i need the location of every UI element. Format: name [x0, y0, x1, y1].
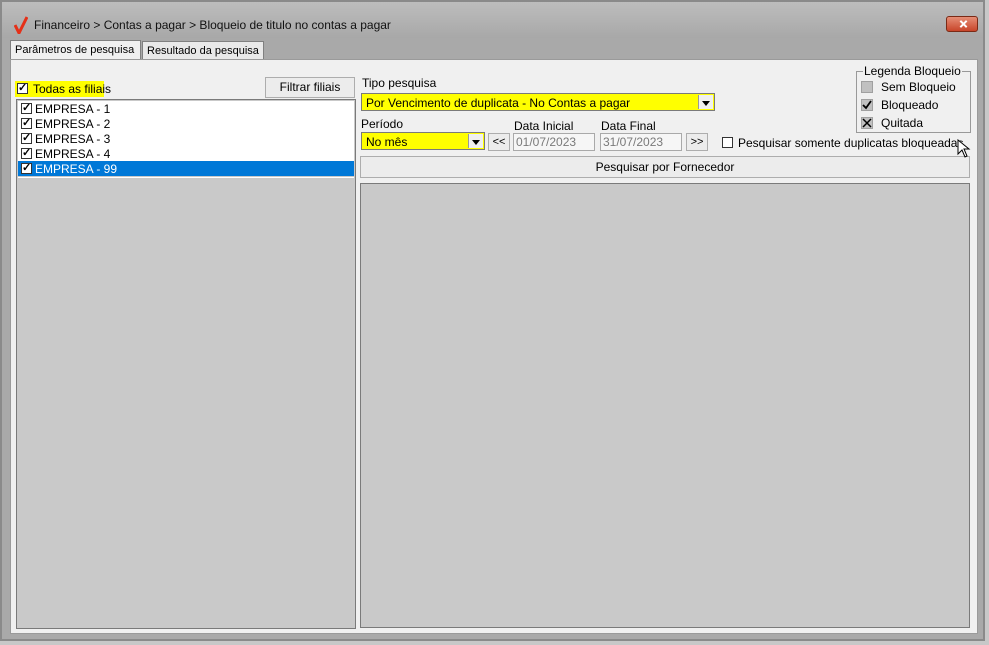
all-filiais-label: Todas as filiais — [33, 82, 112, 96]
pesquisar-fornecedor-button[interactable]: Pesquisar por Fornecedor — [360, 156, 970, 178]
window-title: Financeiro > Contas a pagar > Bloqueio d… — [34, 18, 391, 32]
tab-parametros-pesquisa[interactable]: Parâmetros de pesquisa — [10, 40, 141, 60]
check-icon — [861, 99, 873, 111]
close-button[interactable] — [946, 16, 978, 32]
chevron-down-icon[interactable] — [468, 134, 483, 148]
list-item-checkbox[interactable] — [21, 146, 32, 159]
data-final-label: Data Final — [601, 119, 656, 133]
legenda-quitada: Quitada — [881, 116, 924, 130]
gray-square-icon — [861, 81, 873, 93]
chevron-down-icon[interactable] — [698, 95, 713, 109]
list-item-checkbox[interactable] — [21, 101, 32, 114]
main-window: Financeiro > Contas a pagar > Bloqueio d… — [0, 0, 985, 641]
legenda-bloqueado: Bloqueado — [881, 98, 939, 112]
tipo-pesquisa-select[interactable]: Por Vencimento de duplicata - No Contas … — [361, 93, 715, 111]
list-item-label: EMPRESA - 4 — [35, 147, 111, 161]
legenda-bloqueio-group: Legenda Bloqueio Sem Bloqueio Bloqueado … — [856, 64, 971, 133]
list-item[interactable]: EMPRESA - 1 — [18, 101, 354, 116]
x-icon — [861, 117, 873, 129]
legenda-sem-bloqueio: Sem Bloqueio — [881, 80, 956, 94]
data-final-field[interactable]: 31/07/2023 — [600, 133, 682, 151]
all-filiais-checkbox-row[interactable]: Todas as filiais — [15, 81, 111, 97]
data-inicial-label: Data Inicial — [514, 119, 574, 133]
list-item-label: EMPRESA - 99 — [35, 162, 118, 176]
tipo-pesquisa-value: Por Vencimento de duplicata - No Contas … — [366, 96, 631, 110]
legenda-title: Legenda Bloqueio — [863, 64, 962, 78]
periodo-select[interactable]: No mês — [361, 132, 485, 150]
list-item[interactable]: EMPRESA - 3 — [18, 131, 354, 146]
results-area — [360, 183, 970, 628]
title-bar[interactable]: Financeiro > Contas a pagar > Bloqueio d… — [2, 2, 983, 38]
parameters-panel: Todas as filiais Filtrar filiais EMPRESA… — [10, 59, 978, 634]
list-item[interactable]: EMPRESA - 4 — [18, 146, 354, 161]
list-item-checkbox[interactable] — [21, 131, 32, 144]
periodo-value: No mês — [366, 135, 408, 149]
filiais-list[interactable]: EMPRESA - 1 EMPRESA - 2 EMPRESA - 3 EMPR… — [16, 99, 356, 629]
data-inicial-field[interactable]: 01/07/2023 — [513, 133, 595, 151]
somente-bloqueadas-checkbox[interactable] — [722, 137, 733, 148]
list-item-label: EMPRESA - 3 — [35, 132, 111, 146]
periodo-prev-button[interactable]: << — [488, 133, 510, 151]
list-item[interactable]: EMPRESA - 99 — [18, 161, 354, 176]
list-item[interactable]: EMPRESA - 2 — [18, 116, 354, 131]
list-item-label: EMPRESA - 1 — [35, 102, 111, 116]
periodo-next-button[interactable]: >> — [686, 133, 708, 151]
all-filiais-checkbox[interactable] — [17, 81, 28, 94]
list-item-label: EMPRESA - 2 — [35, 117, 111, 131]
tab-resultado-pesquisa[interactable]: Resultado da pesquisa — [142, 41, 264, 59]
app-logo-icon — [14, 16, 28, 34]
tipo-pesquisa-label: Tipo pesquisa — [362, 76, 437, 90]
list-item-checkbox[interactable] — [21, 161, 32, 174]
filtrar-filiais-button[interactable]: Filtrar filiais — [265, 77, 355, 98]
periodo-label: Período — [361, 117, 404, 131]
mouse-cursor-icon — [957, 139, 971, 158]
list-item-checkbox[interactable] — [21, 116, 32, 129]
somente-bloqueadas-label: Pesquisar somente duplicatas bloqueadas — [738, 136, 964, 150]
